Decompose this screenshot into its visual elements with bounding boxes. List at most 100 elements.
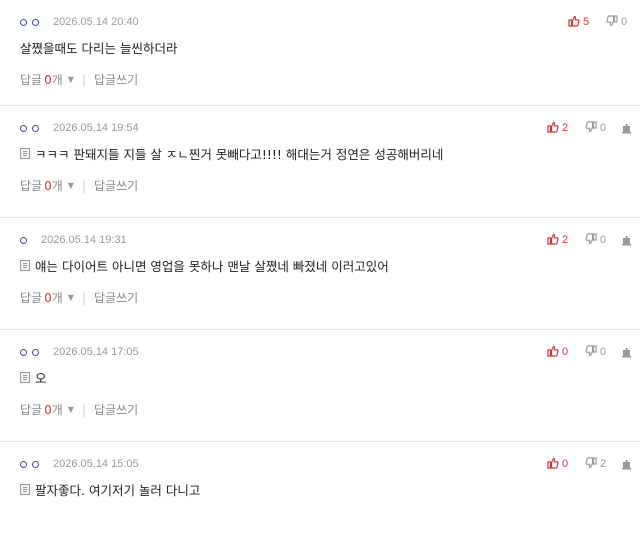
divider: |: [81, 72, 86, 87]
report-button[interactable]: [621, 455, 632, 474]
upvote-count: 2: [562, 234, 569, 246]
downvote-button[interactable]: 2: [585, 456, 611, 472]
write-reply-button[interactable]: 답글쓰기: [94, 177, 138, 194]
avatar-circle-icon: [32, 460, 39, 468]
upvote-button[interactable]: 5: [568, 15, 596, 30]
memo-icon: [20, 260, 30, 271]
comment-body: 팔자좋다. 여기저기 놀러 다니고: [20, 480, 200, 499]
thumbs-down-icon: [585, 344, 600, 360]
downvote-count: 0: [600, 122, 607, 134]
write-reply-button[interactable]: 답글쓰기: [94, 71, 138, 88]
comment-item: 2026.05.14 20:40 5 0 살쪘을때도 다리는 늘씬하더라 답글 0 개 ▼ | 답…: [0, 0, 640, 106]
comment-item: 2026.05.14 19:54 2 0 ㅋㅋㅋ 판돼지들 지들 살 ㅈㄴ찐거 못빼다…: [0, 106, 640, 218]
reply-label: 답글: [20, 73, 43, 87]
comment-meta: 2026.05.14 19:54: [20, 120, 139, 136]
upvote-count: 0: [562, 346, 569, 358]
downvote-count: 0: [621, 16, 628, 28]
comment-date: 2026.05.14 19:54: [53, 122, 139, 134]
avatar[interactable]: [20, 348, 39, 356]
upvote-button[interactable]: 2: [547, 233, 575, 248]
memo-icon: [20, 484, 30, 495]
reply-toggle[interactable]: 답글 0 개 ▼: [20, 177, 74, 194]
caret-down-icon: ▼: [67, 75, 74, 84]
comment-date: 2026.05.14 15:05: [53, 458, 139, 470]
reply-toggle[interactable]: 답글 0 개 ▼: [20, 71, 74, 88]
reply-toggle[interactable]: 답글 0 개 ▼: [20, 401, 74, 418]
thumbs-up-icon: [547, 345, 562, 360]
avatar[interactable]: [20, 460, 39, 468]
avatar-circle-icon: [32, 348, 39, 356]
divider: |: [81, 290, 86, 305]
reply-count: 0: [44, 72, 52, 87]
downvote-count: 2: [600, 458, 607, 470]
comment-meta: 2026.05.14 20:40: [20, 14, 139, 30]
report-button[interactable]: [621, 119, 632, 138]
caret-down-icon: ▼: [67, 181, 74, 190]
upvote-count: 5: [583, 16, 590, 28]
comment-body: 오: [20, 368, 47, 387]
siren-icon: [621, 231, 632, 250]
comment-item: 2026.05.14 19:31 2 0 얘는 다이어트 아니면 영업을 못하나 맨날…: [0, 218, 640, 330]
upvote-button[interactable]: 0: [547, 457, 575, 472]
reply-unit: 개: [51, 73, 63, 87]
upvote-button[interactable]: 0: [547, 345, 575, 360]
comment-body: 살쪘을때도 다리는 늘씬하더라: [20, 38, 177, 57]
reply-actions: 답글 0 개 ▼ | 답글쓰기: [20, 177, 138, 194]
avatar[interactable]: [20, 124, 39, 132]
comment-date: 2026.05.14 19:31: [41, 234, 127, 246]
write-reply-button[interactable]: 답글쓰기: [94, 289, 138, 306]
reply-count: 0: [44, 178, 52, 193]
avatar[interactable]: [20, 236, 27, 244]
comment-list: 2026.05.14 20:40 5 0 살쪘을때도 다리는 늘씬하더라 답글 0 개 ▼ | 답…: [0, 0, 640, 554]
thumbs-down-icon: [585, 232, 600, 248]
report-button[interactable]: [621, 343, 632, 362]
avatar-circle-icon: [32, 124, 39, 132]
reply-unit: 개: [51, 291, 63, 305]
downvote-button[interactable]: 0: [585, 344, 611, 360]
thumbs-down-icon: [585, 120, 600, 136]
memo-icon: [20, 148, 30, 159]
avatar-circle-icon: [20, 460, 27, 468]
upvote-button[interactable]: 2: [547, 121, 575, 136]
comment-item: 2026.05.14 15:05 0 2 팔자좋다. 여기저기 놀러 다니고: [0, 442, 640, 554]
reply-toggle[interactable]: 답글 0 개 ▼: [20, 289, 74, 306]
vote-bar: 50: [568, 14, 632, 30]
avatar[interactable]: [20, 18, 39, 26]
thumbs-up-icon: [547, 121, 562, 136]
comment-item: 2026.05.14 17:05 0 0 오 답글 0 개 ▼ | 답글쓰기: [0, 330, 640, 442]
caret-down-icon: ▼: [67, 405, 74, 414]
avatar-circle-icon: [20, 236, 27, 244]
vote-bar: 20: [547, 232, 632, 248]
comment-text: ㅋㅋㅋ 판돼지들 지들 살 ㅈㄴ찐거 못빼다고!!!! 해대는거 정연은 성공해…: [35, 147, 444, 162]
reply-count: 0: [44, 290, 52, 305]
avatar-circle-icon: [20, 348, 27, 356]
downvote-button[interactable]: 0: [585, 120, 611, 136]
comment-meta: 2026.05.14 19:31: [20, 232, 127, 248]
thumbs-down-icon: [585, 456, 600, 472]
downvote-count: 0: [600, 346, 607, 358]
divider: |: [81, 178, 86, 193]
comment-date: 2026.05.14 17:05: [53, 346, 139, 358]
thumbs-down-icon: [606, 14, 621, 30]
comment-body: 얘는 다이어트 아니면 영업을 못하나 맨날 살쪘네 빠졌네 이러고있어: [20, 256, 389, 275]
reply-actions: 답글 0 개 ▼ | 답글쓰기: [20, 71, 138, 88]
thumbs-up-icon: [568, 15, 583, 30]
vote-bar: 20: [547, 120, 632, 136]
upvote-count: 2: [562, 122, 569, 134]
report-button[interactable]: [621, 231, 632, 250]
siren-icon: [621, 455, 632, 474]
avatar-circle-icon: [20, 18, 27, 26]
reply-actions: 답글 0 개 ▼ | 답글쓰기: [20, 289, 138, 306]
reply-label: 답글: [20, 179, 43, 193]
avatar-circle-icon: [32, 18, 39, 26]
siren-icon: [621, 343, 632, 362]
reply-unit: 개: [51, 403, 63, 417]
downvote-button[interactable]: 0: [606, 14, 632, 30]
downvote-button[interactable]: 0: [585, 232, 611, 248]
comment-meta: 2026.05.14 17:05: [20, 344, 139, 360]
comment-body: ㅋㅋㅋ 판돼지들 지들 살 ㅈㄴ찐거 못빼다고!!!! 해대는거 정연은 성공해…: [20, 144, 443, 163]
thumbs-up-icon: [547, 233, 562, 248]
write-reply-button[interactable]: 답글쓰기: [94, 401, 138, 418]
reply-unit: 개: [51, 179, 63, 193]
divider: |: [81, 402, 86, 417]
